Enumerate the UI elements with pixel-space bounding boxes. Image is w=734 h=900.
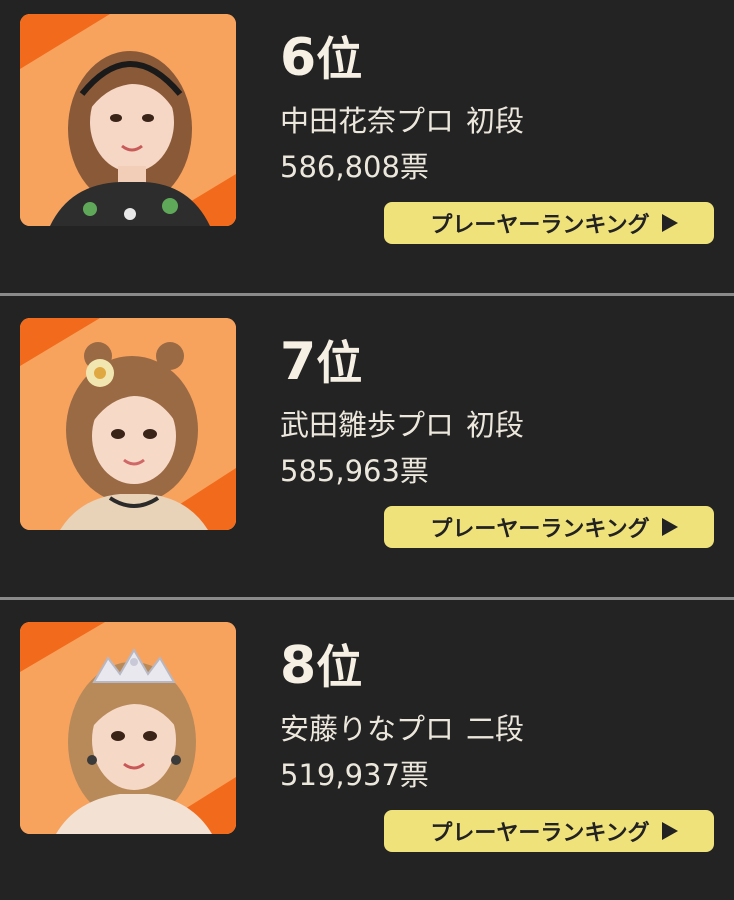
divider (0, 293, 734, 296)
player-name: 安藤りなプロ (280, 712, 455, 746)
player-name-line: 安藤りなプロ 二段 (280, 712, 524, 747)
player-photo[interactable] (20, 14, 236, 226)
player-ranking-button[interactable]: プレーヤーランキング (384, 202, 714, 244)
rank-suffix: 位 (316, 32, 363, 86)
player-ranking-button[interactable]: プレーヤーランキング (384, 506, 714, 548)
vote-count: 585,963票 (280, 454, 429, 488)
rank-label: 7位 (280, 336, 362, 388)
rank-label: 6位 (280, 32, 362, 84)
player-card: 7位 武田雛歩プロ 初段 585,963票 プレーヤーランキング (0, 304, 734, 604)
player-dan: 初段 (466, 104, 525, 138)
player-ranking-button[interactable]: プレーヤーランキング (384, 810, 714, 852)
vote-count: 519,937票 (280, 758, 429, 792)
player-name-line: 武田雛歩プロ 初段 (280, 408, 524, 443)
player-card: 6位 中田花奈プロ 初段 586,808票 プレーヤーランキング (0, 0, 734, 300)
player-ranking-button-label: プレーヤーランキング (430, 213, 650, 238)
player-card: 8位 安藤りなプロ 二段 519,937票 プレーヤーランキング (0, 608, 734, 900)
rank-number: 8 (280, 636, 317, 696)
play-triangle-icon (661, 214, 678, 232)
player-photo[interactable] (20, 318, 236, 530)
player-name: 中田花奈プロ (280, 104, 455, 138)
rank-suffix: 位 (316, 640, 363, 694)
player-ranking-button-label: プレーヤーランキング (430, 821, 650, 846)
rank-number: 7 (280, 332, 317, 392)
play-triangle-icon (661, 822, 678, 840)
play-triangle-icon (661, 518, 678, 536)
player-dan: 初段 (466, 408, 525, 442)
player-name-line: 中田花奈プロ 初段 (280, 104, 524, 139)
player-name: 武田雛歩プロ (280, 408, 455, 442)
vote-count: 586,808票 (280, 150, 429, 184)
rank-suffix: 位 (316, 336, 363, 390)
player-ranking-button-label: プレーヤーランキング (430, 517, 650, 542)
rank-label: 8位 (280, 640, 362, 692)
rank-number: 6 (280, 28, 317, 88)
divider (0, 597, 734, 600)
player-photo[interactable] (20, 622, 236, 834)
player-dan: 二段 (466, 712, 525, 746)
ranking-list: 6位 中田花奈プロ 初段 586,808票 プレーヤーランキング 7位 武田雛歩… (0, 0, 734, 900)
